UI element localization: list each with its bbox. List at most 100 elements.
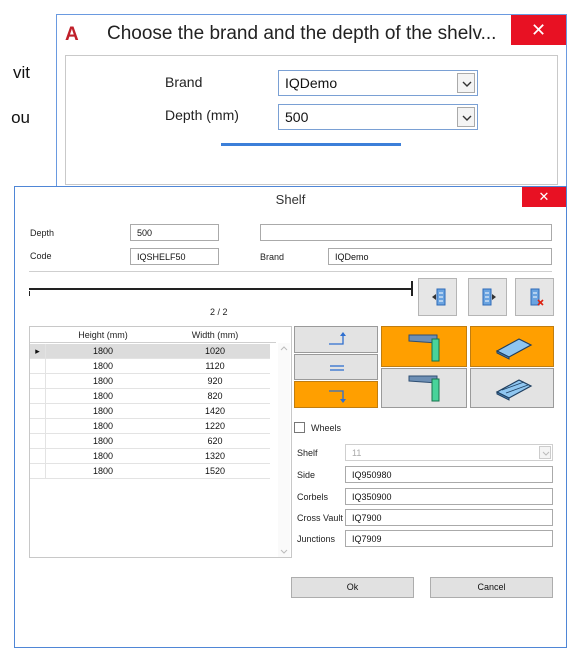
scroll-down-icon [280,549,288,554]
table-row[interactable]: 1800 920 [30,374,270,389]
brand-depth-dialog: A Choose the brand and the depth of the … [56,14,567,189]
height-cell[interactable]: 1800 [48,404,158,419]
side-label: Side [297,470,316,480]
brand-combo-chevron-down-icon[interactable] [457,73,475,93]
shelf-data-grid: Height (mm) Width (mm) ▸ 1800 1020 1800 1120… [29,326,292,558]
width-cell[interactable]: 1520 [160,464,270,479]
shelf-dialog-title: Shelf [275,192,306,207]
table-row[interactable]: 1800 1220 [30,419,270,434]
ok-button[interactable]: Ok [291,577,414,598]
row-selector[interactable] [30,374,46,389]
brand-label: Brand [165,74,203,90]
side-input[interactable]: IQ950980 [345,466,553,483]
width-cell[interactable]: 1120 [160,359,270,374]
table-row[interactable]: 1800 1520 [30,464,270,479]
corbels-input[interactable]: IQ350900 [345,488,553,505]
shelf-plate-button[interactable] [470,326,554,367]
wheels-checkbox[interactable] [294,422,305,433]
wheels-label: Wheels [311,423,342,433]
width-cell[interactable]: 820 [160,389,270,404]
ruler-tick-right[interactable] [411,281,413,296]
shelf-depth-label: Depth [30,228,55,238]
shelf-field-chevron-down-icon[interactable] [539,446,551,459]
brand-combo[interactable]: IQDemo [278,70,478,96]
shelf-field-value: 11 [352,448,362,458]
height-cell[interactable]: 1800 [48,344,158,359]
grid-shelf-button[interactable] [470,368,554,408]
width-cell[interactable]: 1220 [160,419,270,434]
row-selector[interactable] [30,389,46,404]
height-cell[interactable]: 1800 [48,389,158,404]
width-cell[interactable]: 1320 [160,449,270,464]
width-cell[interactable]: 1420 [160,404,270,419]
row-selector[interactable] [30,434,46,449]
shelf-field-combo[interactable]: 11 [345,444,553,461]
brand-dialog-close-button[interactable]: ✕ [511,15,566,45]
side-value: IQ950980 [352,470,392,480]
height-cell[interactable]: 1800 [48,449,158,464]
align-middle-icon [330,365,344,371]
width-cell[interactable]: 620 [160,434,270,449]
corbel-bracket-button[interactable] [381,368,467,408]
height-cell[interactable]: 1800 [48,359,158,374]
shelf-free-input[interactable] [260,224,552,241]
shelf-code-label: Code [30,251,52,261]
header-divider [29,271,552,272]
height-cell[interactable]: 1800 [48,464,158,479]
height-cell[interactable]: 1800 [48,434,158,449]
cancel-button[interactable]: Cancel [430,577,553,598]
delete-button[interactable] [515,278,554,316]
shelf-brand-label: Brand [260,252,285,262]
grid-header-row: Height (mm) Width (mm) [30,327,276,343]
table-row[interactable]: ▸ 1800 1020 [30,344,270,359]
brand-combo-value: IQDemo [285,75,338,91]
depth-combo[interactable]: 500 [278,104,478,130]
row-selector[interactable]: ▸ [30,344,46,359]
align-top-icon [329,332,346,345]
grid-header-height[interactable]: Height (mm) [48,327,158,343]
side-bracket-icon [408,334,440,362]
align-middle-button[interactable] [294,354,378,380]
corbels-value: IQ350900 [352,492,392,502]
table-row[interactable]: 1800 820 [30,389,270,404]
width-cell[interactable]: 920 [160,374,270,389]
insert-before-button[interactable] [418,278,457,316]
insert-after-icon [482,288,496,306]
brand-dialog-title: Choose the brand and the depth of the sh… [107,23,497,44]
page-indicator: 2 / 2 [210,307,228,317]
grid-header-width[interactable]: Width (mm) [160,327,270,343]
corbels-label: Corbels [297,492,329,502]
autocad-a-icon: A [65,24,79,45]
shelf-brand-input[interactable]: IQDemo [328,248,552,265]
cross-vault-input[interactable]: IQ7900 [345,509,553,526]
row-selector[interactable] [30,419,46,434]
depth-label: Depth (mm) [165,107,239,123]
insert-after-button[interactable] [468,278,507,316]
junctions-label: Junctions [297,534,336,544]
table-row[interactable]: 1800 620 [30,434,270,449]
shelf-code-value: IQSHELF50 [137,252,186,262]
row-selector[interactable] [30,449,46,464]
height-cell[interactable]: 1800 [48,419,158,434]
depth-combo-chevron-down-icon[interactable] [457,107,475,127]
shelf-depth-input[interactable]: 500 [130,224,219,241]
table-row[interactable]: 1800 1420 [30,404,270,419]
row-selector[interactable] [30,404,46,419]
shelf-code-input[interactable]: IQSHELF50 [130,248,219,265]
row-selector[interactable] [30,464,46,479]
grid-shelf-icon [495,379,533,401]
grid-vertical-scrollbar[interactable] [278,343,290,557]
shelf-dialog-close-button[interactable]: ✕ [522,187,566,207]
junctions-input[interactable]: IQ7909 [345,530,553,547]
side-bracket-button[interactable] [381,326,467,367]
depth-combo-value: 500 [285,109,309,125]
table-row[interactable]: 1800 1120 [30,359,270,374]
align-top-button[interactable] [294,326,378,353]
height-cell[interactable]: 1800 [48,374,158,389]
width-cell[interactable]: 1020 [160,344,270,359]
table-row[interactable]: 1800 1320 [30,449,270,464]
grid-body: ▸ 1800 1020 1800 1120 1800 920 1800 820 1800 1420 1… [30,344,276,484]
shelf-field-label: Shelf [297,448,318,458]
row-selector[interactable] [30,359,46,374]
align-bottom-button[interactable] [294,381,378,408]
